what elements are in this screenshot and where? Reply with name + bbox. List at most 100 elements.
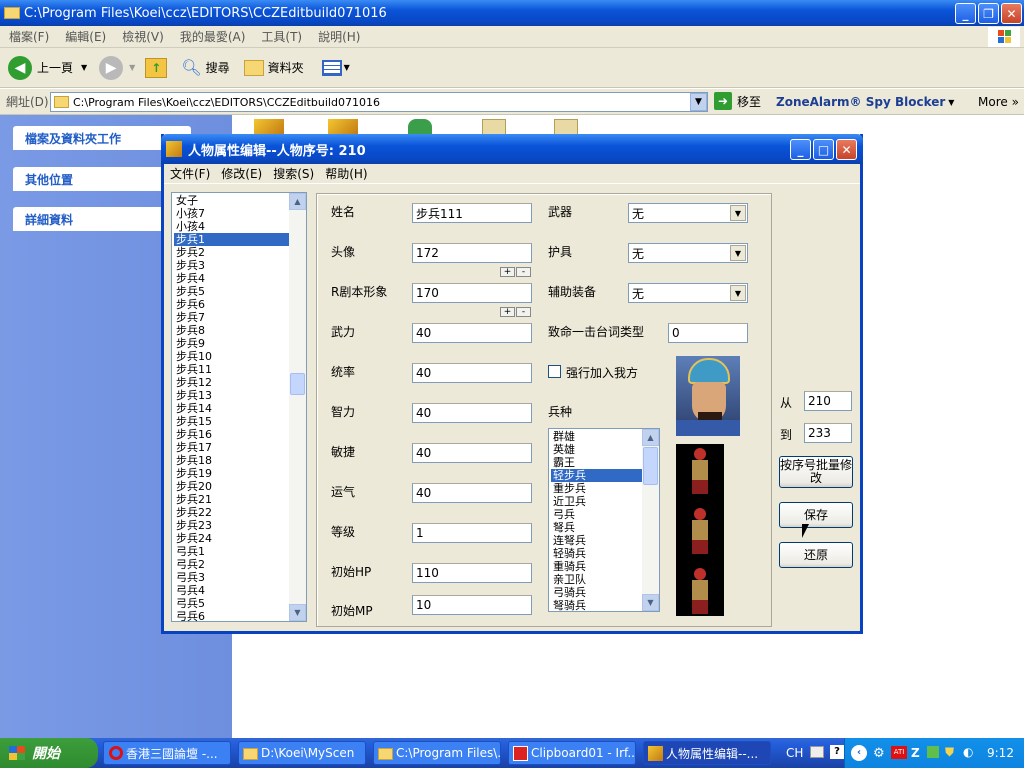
- menu-tools[interactable]: 工具(T): [261, 28, 302, 45]
- list-item[interactable]: 连弩兵: [551, 534, 643, 547]
- dialog-menu-help[interactable]: 帮助(H): [325, 165, 367, 182]
- volume-icon[interactable]: ◐: [963, 745, 973, 759]
- list-item[interactable]: 步兵2: [174, 246, 291, 259]
- list-item[interactable]: 亲卫队: [551, 573, 643, 586]
- list-item[interactable]: 步兵14: [174, 402, 291, 415]
- taskbar-item-active[interactable]: 人物属性编辑--...: [643, 741, 771, 765]
- list-item[interactable]: 步兵12: [174, 376, 291, 389]
- mp-field[interactable]: 10: [412, 595, 532, 615]
- troop-type-list[interactable]: 群雄 英雄 霸王 轻步兵 重步兵 近卫兵 弓兵 弩兵 连弩兵 轻骑兵 重骑兵 亲卫队 弓骑兵 弩骑兵 ▲ …: [548, 428, 660, 612]
- list-item[interactable]: 近卫兵: [551, 495, 643, 508]
- help-icon[interactable]: ?: [830, 745, 844, 759]
- list-item[interactable]: 弓兵2: [174, 558, 291, 571]
- file-icon[interactable]: [254, 119, 284, 135]
- maximize-button[interactable]: □: [813, 139, 834, 160]
- save-button[interactable]: 保存: [779, 502, 853, 528]
- power-field[interactable]: 40: [412, 323, 532, 343]
- list-item[interactable]: 步兵10: [174, 350, 291, 363]
- list-item[interactable]: 弓兵1: [174, 545, 291, 558]
- character-list[interactable]: 女子 小孩7 小孩4 步兵1 步兵2 步兵3 步兵4 步兵5 步兵6 步兵7 步兵8 步兵9 步兵10 步…: [171, 192, 307, 623]
- taskbar-item[interactable]: 香港三國論壇 -...: [103, 741, 231, 765]
- list-scrollbar[interactable]: ▲ ▼: [289, 193, 306, 621]
- list-item[interactable]: 小孩7: [174, 207, 291, 220]
- language-indicator[interactable]: CH: [786, 746, 803, 760]
- dialog-menu-search[interactable]: 搜索(S): [273, 165, 314, 182]
- scroll-up-icon[interactable]: ▲: [289, 193, 306, 210]
- dialog-menu-edit[interactable]: 修改(E): [221, 165, 262, 182]
- list-item[interactable]: 步兵3: [174, 259, 291, 272]
- scroll-thumb[interactable]: [643, 447, 658, 485]
- list-item[interactable]: 弩骑兵: [551, 599, 643, 612]
- list-item[interactable]: 弓兵: [551, 508, 643, 521]
- network-icon[interactable]: [927, 746, 939, 758]
- batch-modify-button[interactable]: 按序号批量修改: [779, 456, 853, 488]
- file-icon[interactable]: [554, 119, 578, 135]
- face-plus-button[interactable]: +: [500, 267, 515, 277]
- gear-icon[interactable]: ⚙: [873, 746, 885, 761]
- list-item[interactable]: 步兵13: [174, 389, 291, 402]
- menu-help[interactable]: 說明(H): [318, 28, 360, 45]
- file-icon[interactable]: [408, 119, 432, 135]
- list-item[interactable]: 步兵6: [174, 298, 291, 311]
- close-button[interactable]: ✕: [1001, 3, 1022, 24]
- back-button[interactable]: ◀ 上一頁 ▼: [8, 55, 87, 80]
- name-field[interactable]: 步兵111: [412, 203, 532, 223]
- armor-select[interactable]: 无 ▼: [628, 243, 748, 263]
- forward-button[interactable]: ▶ ▼: [99, 55, 135, 80]
- list-item[interactable]: 弓兵4: [174, 584, 291, 597]
- taskbar-item[interactable]: D:\Koei\MyScen: [238, 741, 366, 765]
- weapon-select[interactable]: 无 ▼: [628, 203, 748, 223]
- minimize-button[interactable]: _: [790, 139, 811, 160]
- up-folder-button[interactable]: ↑: [145, 57, 168, 78]
- luck-field[interactable]: 40: [412, 483, 532, 503]
- from-field[interactable]: 210: [804, 391, 852, 411]
- list-item-selected[interactable]: 步兵1: [174, 233, 291, 246]
- menu-view[interactable]: 檢視(V): [122, 28, 164, 45]
- list-item[interactable]: 步兵9: [174, 337, 291, 350]
- go-button[interactable]: ➜ 移至: [714, 92, 761, 110]
- list-item[interactable]: 步兵17: [174, 441, 291, 454]
- scroll-thumb[interactable]: [290, 373, 305, 395]
- taskbar-item[interactable]: C:\Program Files\...: [373, 741, 501, 765]
- list-item[interactable]: 重步兵: [551, 482, 643, 495]
- zonealarm-icon[interactable]: Z: [911, 746, 920, 760]
- more-button[interactable]: More »: [978, 95, 1019, 109]
- hp-field[interactable]: 110: [412, 563, 532, 583]
- list-item[interactable]: 英雄: [551, 443, 643, 456]
- list-item[interactable]: 步兵18: [174, 454, 291, 467]
- menu-favorites[interactable]: 我的最愛(A): [180, 28, 246, 45]
- list-item[interactable]: 重骑兵: [551, 560, 643, 573]
- views-button[interactable]: ▼: [321, 59, 350, 76]
- list-item[interactable]: 步兵19: [174, 467, 291, 480]
- to-field[interactable]: 233: [804, 423, 852, 443]
- crit-field[interactable]: 0: [668, 323, 748, 343]
- menu-file[interactable]: 檔案(F): [9, 28, 49, 45]
- list-item[interactable]: 步兵11: [174, 363, 291, 376]
- list-item[interactable]: 弓兵6: [174, 610, 291, 623]
- troop-scrollbar[interactable]: ▲ ▼: [642, 429, 659, 611]
- list-item[interactable]: 女子: [174, 194, 291, 207]
- file-icon[interactable]: [328, 119, 358, 135]
- r-image-minus-button[interactable]: -: [516, 307, 531, 317]
- start-button[interactable]: 開始: [0, 738, 98, 768]
- r-image-plus-button[interactable]: +: [500, 307, 515, 317]
- minimize-button[interactable]: _: [955, 3, 976, 24]
- scroll-down-icon[interactable]: ▼: [289, 604, 306, 621]
- clock[interactable]: 9:12: [987, 746, 1014, 760]
- face-field[interactable]: 172: [412, 243, 532, 263]
- zonealarm-toolbar[interactable]: ZoneAlarm® Spy Blocker ▼: [776, 92, 954, 112]
- list-item[interactable]: 弓兵3: [174, 571, 291, 584]
- tray-chevron-icon[interactable]: ‹: [851, 745, 867, 761]
- scroll-down-icon[interactable]: ▼: [642, 594, 659, 611]
- folders-button[interactable]: 資料夾: [243, 59, 304, 76]
- file-icon[interactable]: [482, 119, 506, 135]
- list-item[interactable]: 群雄: [551, 430, 643, 443]
- shield-icon[interactable]: ⛊: [945, 745, 954, 760]
- aux-select[interactable]: 无 ▼: [628, 283, 748, 303]
- list-item[interactable]: 步兵23: [174, 519, 291, 532]
- menu-edit[interactable]: 編輯(E): [65, 28, 106, 45]
- search-button[interactable]: 🔍︎ 搜尋: [181, 58, 229, 77]
- list-item[interactable]: 步兵20: [174, 480, 291, 493]
- scroll-up-icon[interactable]: ▲: [642, 429, 659, 446]
- restore-button[interactable]: 还原: [779, 542, 853, 568]
